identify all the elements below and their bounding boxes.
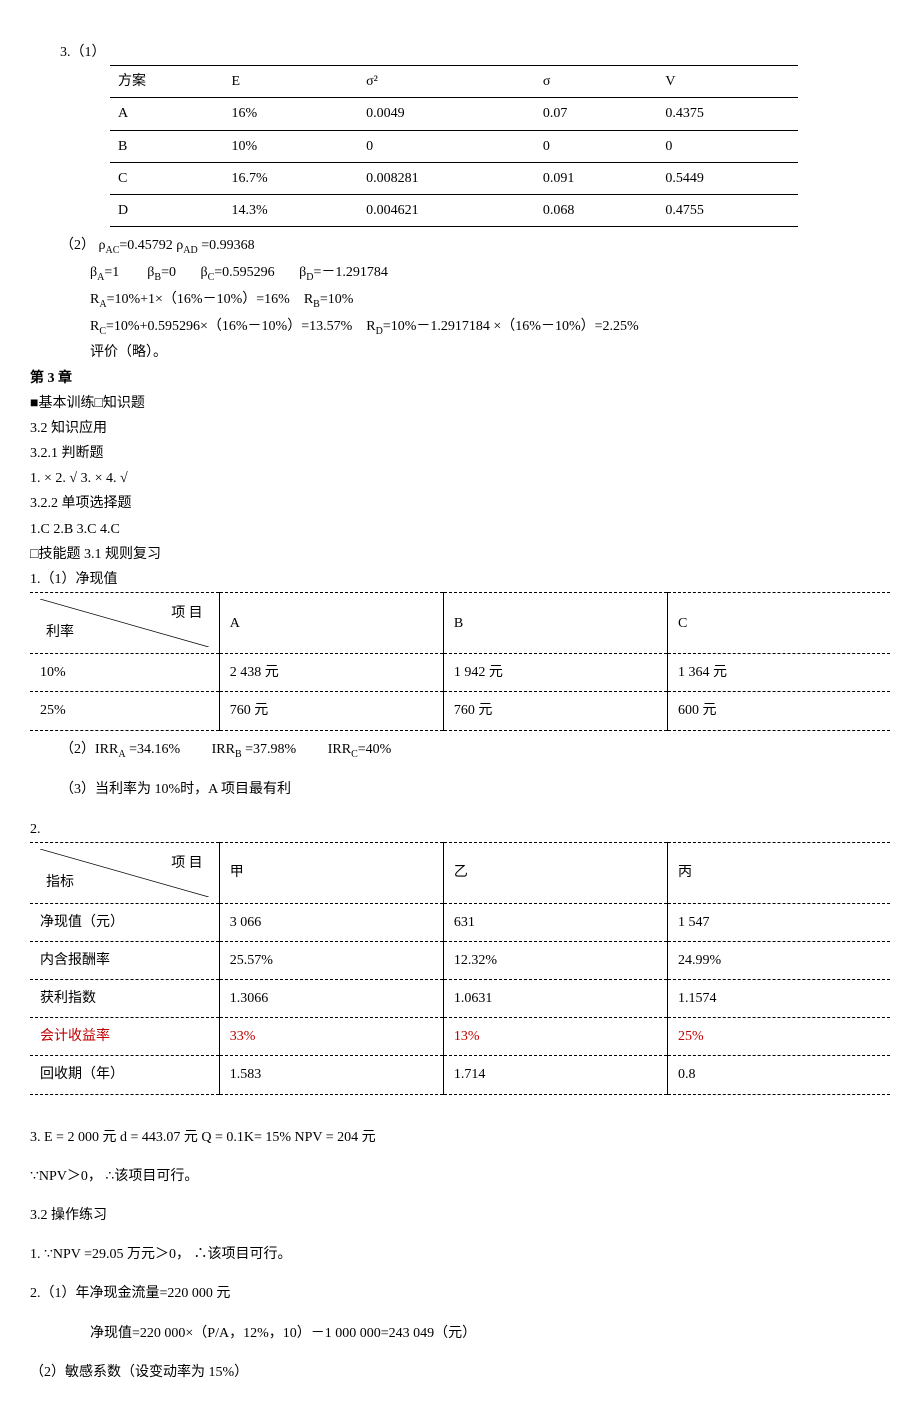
table-row: 获利指数1.30661.06311.1574 — [30, 980, 890, 1018]
table-row: 净现值（元）3 0666311 547 — [30, 903, 890, 941]
table-row: A16%0.00490.070.4375 — [110, 98, 798, 130]
line: 3. E = 2 000 元 d = 443.07 元 Q = 0.1K= 15… — [30, 1125, 890, 1150]
profit-line: （3）当利率为 10%时，A 项目最有利 — [60, 777, 890, 802]
cell: E — [224, 66, 359, 98]
line: （2）敏感系数（设变动率为 15%） — [30, 1360, 890, 1385]
rc-line: RC=10%+0.595296×（16%－10%）=13.57% RD=10%－… — [90, 314, 890, 341]
ra-line: RA=10%+1×（16%－10%）=16% RB=10% — [90, 287, 890, 314]
chapter-3-title: 第 3 章 — [30, 366, 890, 391]
q2-label: 2. — [30, 817, 890, 842]
cell: σ — [535, 66, 658, 98]
table-indicators: 项 目 指标 甲 乙 丙 净现值（元）3 0666311 547 内含报酬率25… — [30, 842, 890, 1095]
table-row: 内含报酬率25.57%12.32%24.99% — [30, 941, 890, 979]
cell: V — [657, 66, 798, 98]
table-variance: 方案 E σ² σ V A16%0.00490.070.4375 B10%000… — [110, 65, 798, 227]
line: 1. ∵NPV =29.05 万元＞0， ∴该项目可行。 — [30, 1242, 890, 1267]
line: 1.C 2.B 3.C 4.C — [30, 517, 890, 542]
table-row: 10%2 438 元1 942 元1 364 元 — [30, 654, 890, 692]
line: 3.2.2 单项选择题 — [30, 491, 890, 516]
q3-1-label: 3.（1） — [60, 40, 890, 65]
cell: 方案 — [110, 66, 224, 98]
table-row: 项 目 指标 甲 乙 丙 — [30, 842, 890, 903]
line: 3.2.1 判断题 — [30, 441, 890, 466]
table-npv: 项 目 利率 A B C 10%2 438 元1 942 元1 364 元 25… — [30, 592, 890, 730]
line: ∵NPV＞0， ∴该项目可行。 — [30, 1164, 890, 1189]
line: 2.（1）年净现金流量=220 000 元 — [30, 1281, 890, 1306]
line: ■基本训练□知识题 — [30, 391, 890, 416]
table-row: D14.3%0.0046210.0680.4755 — [110, 194, 798, 226]
beta-line: βA=1 βB=0 βC=0.595296 βD=－1.291784 — [90, 260, 890, 287]
table-row: 会计收益率33%13%25% — [30, 1018, 890, 1056]
diag-header: 项 目 指标 — [30, 842, 219, 903]
table-row: C16.7%0.0082810.0910.5449 — [110, 162, 798, 194]
line: 净现值=220 000×（P/A，12%，10）－1 000 000=243 0… — [90, 1321, 890, 1346]
line: 3.2 操作练习 — [30, 1203, 890, 1228]
table-row: 25%760 元760 元600 元 — [30, 692, 890, 730]
line: 3.2 知识应用 — [30, 416, 890, 441]
line: 1. × 2. √ 3. × 4. √ — [30, 466, 890, 491]
table-row: 回收期（年）1.5831.7140.8 — [30, 1056, 890, 1094]
eval-line: 评价（略）。 — [90, 340, 890, 365]
line: 1.（1）净现值 — [30, 567, 890, 592]
table-row: 项 目 利率 A B C — [30, 593, 890, 654]
table-row: 方案 E σ² σ V — [110, 66, 798, 98]
rho-line: （2） ρAC=0.45792 ρAD =0.99368 — [60, 233, 890, 260]
line: □技能题 3.1 规则复习 — [30, 542, 890, 567]
table-row: B10%000 — [110, 130, 798, 162]
cell: σ² — [358, 66, 535, 98]
irr-line: （2）IRRA =34.16% IRRB =37.98% IRRC=40% — [60, 737, 890, 764]
diag-header: 项 目 利率 — [30, 593, 219, 654]
